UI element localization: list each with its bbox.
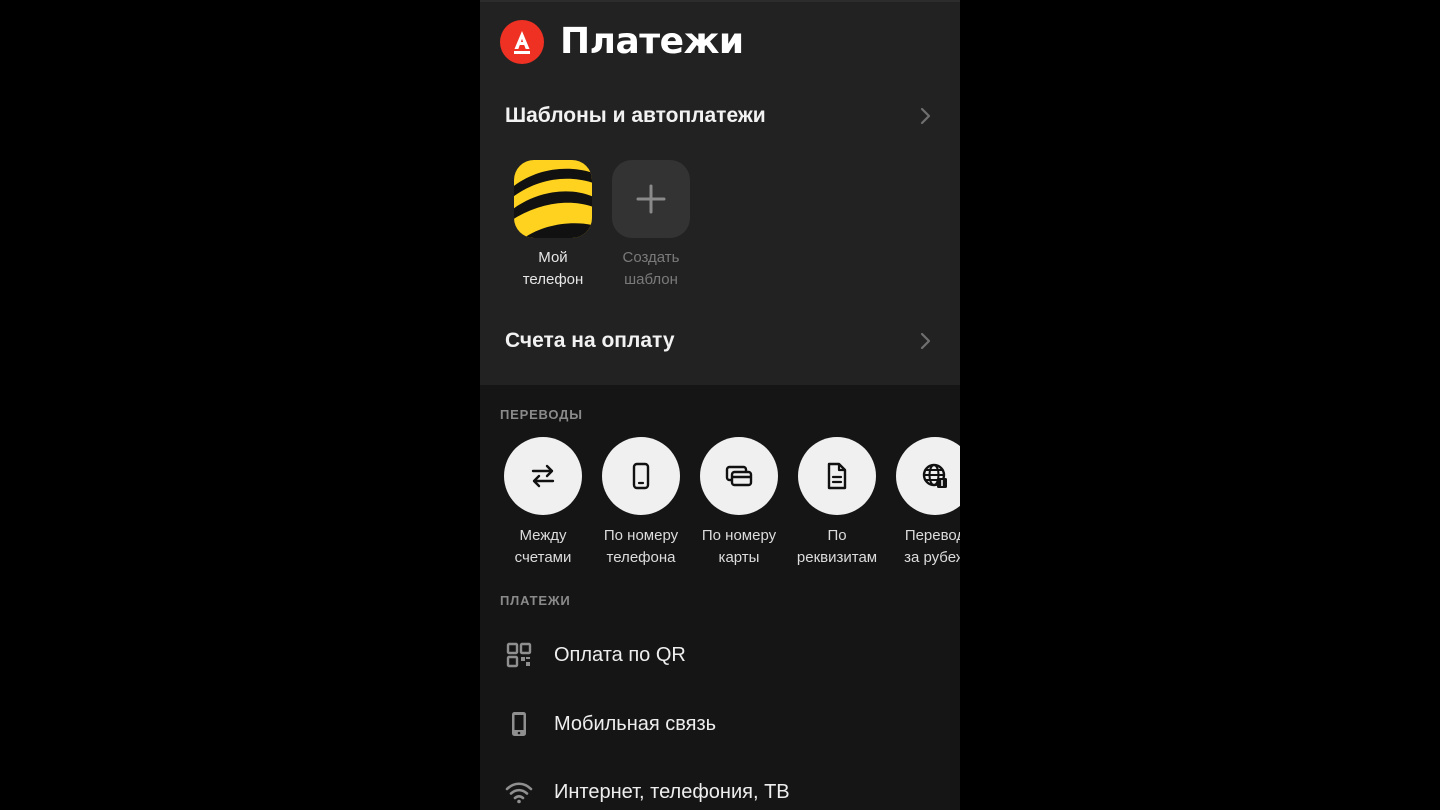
transfer-abroad-button[interactable]: Перевод за рубеж: [896, 437, 960, 569]
top-card: Платежи Шаблоны и автоплатежи Мой телефо…: [480, 0, 960, 385]
payments-caption: ПЛАТЕЖИ: [500, 593, 571, 608]
transfer-by-card-button[interactable]: По номеру карты: [700, 437, 778, 569]
transfer-between-accounts-button[interactable]: Между счетами: [504, 437, 582, 569]
template-label: Создать шаблон: [601, 247, 701, 291]
phone-screen: Платежи Шаблоны и автоплатежи Мой телефо…: [480, 0, 960, 810]
transfer-label: По номеру карты: [701, 527, 777, 566]
plus-icon: [612, 160, 690, 238]
pay-item-label: Оплата по QR: [554, 643, 686, 666]
pay-item-label: Интернет, телефония, ТВ: [554, 780, 790, 803]
chevron-right-icon: [920, 107, 931, 125]
alfa-logo-icon[interactable]: [500, 20, 544, 64]
globe-icon: [896, 437, 960, 515]
header: Платежи: [500, 20, 744, 64]
transfer-by-requisites-button[interactable]: По реквизитам: [797, 437, 877, 569]
transfers-carousel[interactable]: Между счетами По номеру телефона По номе…: [504, 437, 960, 577]
wifi-icon: [500, 773, 538, 810]
chevron-right-icon: [920, 332, 931, 350]
internet-tv-payment-item[interactable]: Интернет, телефония, ТВ: [500, 770, 940, 810]
transfer-by-phone-button[interactable]: По номеру телефона: [602, 437, 680, 569]
top-divider: [480, 0, 960, 2]
transfer-label: По номеру телефона: [603, 527, 679, 566]
template-label-line: Создать: [622, 249, 680, 266]
templates-list: Мой телефон Создать шаблон: [514, 160, 710, 291]
template-label: Мой телефон: [503, 247, 603, 291]
beeline-logo-icon: [514, 160, 592, 238]
transfer-label: По реквизитам: [796, 527, 878, 566]
transfer-label: Перевод за рубеж: [904, 527, 960, 566]
page-title: Платежи: [560, 21, 744, 62]
invoices-section-label: Счета на оплату: [505, 329, 675, 352]
create-template-button[interactable]: Создать шаблон: [612, 160, 690, 291]
template-label-line: Мой: [538, 249, 568, 266]
transfer-label: Между счетами: [514, 527, 572, 566]
smartphone-icon: [602, 437, 680, 515]
template-label-line: телефон: [522, 271, 584, 288]
invoices-section-row[interactable]: Счета на оплату: [505, 321, 935, 361]
templates-section-row[interactable]: Шаблоны и автоплатежи: [505, 96, 935, 136]
template-my-phone[interactable]: Мой телефон: [514, 160, 592, 291]
transfers-caption: ПЕРЕВОДЫ: [500, 407, 583, 422]
document-icon: [798, 437, 876, 515]
mobile-payment-item[interactable]: Мобильная связь: [500, 702, 940, 746]
swap-arrows-icon: [504, 437, 582, 515]
pay-item-label: Мобильная связь: [554, 712, 717, 735]
template-label-line: шаблон: [624, 271, 678, 288]
qr-code-icon: [500, 636, 538, 674]
mobile-phone-icon: [500, 705, 538, 743]
card-icon: [700, 437, 778, 515]
templates-section-label: Шаблоны и автоплатежи: [505, 104, 766, 127]
pay-by-qr-item[interactable]: Оплата по QR: [500, 633, 940, 677]
